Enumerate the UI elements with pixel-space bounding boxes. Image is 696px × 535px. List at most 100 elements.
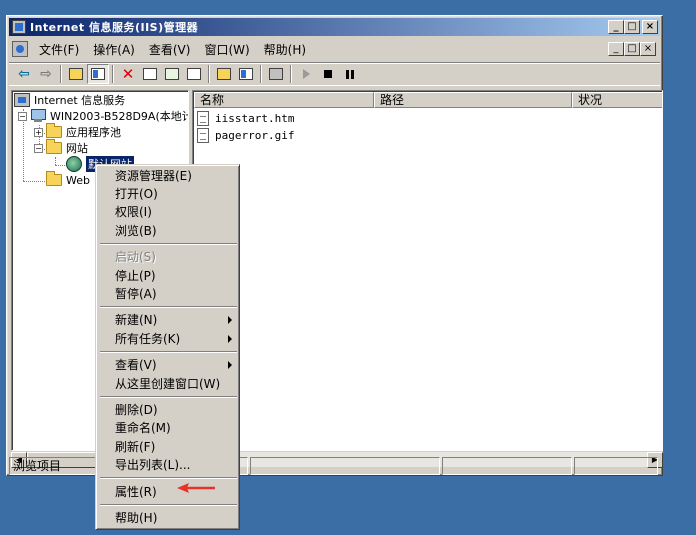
child-minimize-button[interactable]: _ [608,42,624,56]
menu-separator [100,395,237,398]
minimize-button[interactable]: _ [608,20,624,34]
server-computer-icon [30,109,46,123]
iis-app-icon [12,20,26,34]
red-annotation-arrow-icon [177,483,215,493]
export-list-icon[interactable] [183,64,205,84]
tree-node-label: Internet 信息服务 [34,94,126,107]
back-arrow-icon[interactable]: ⇦ [13,64,35,84]
context-menu-label: 资源管理器(E) [115,169,192,183]
menu-file[interactable]: 文件(F) [32,39,86,60]
context-menu-item-help[interactable]: 帮助(H) [99,509,236,527]
file-name: pagerror.gif [215,129,295,142]
folder-icon [46,139,62,154]
context-menu-item-refresh[interactable]: 刷新(F) [99,438,236,456]
close-button[interactable]: × [642,20,658,34]
forward-arrow-icon[interactable]: ⇨ [35,64,57,84]
context-menu-item-open[interactable]: 打开(O) [99,185,236,203]
context-menu-item-new[interactable]: 新建(N) [99,311,236,329]
submenu-arrow-icon [228,361,232,370]
context-menu-item-start: 启动(S) [99,248,236,266]
context-menu-label: 删除(D) [115,403,158,418]
tree-node-label: 网站 [66,142,88,155]
column-header-path[interactable]: 路径 [374,92,572,108]
list-item[interactable]: iisstart.htm [197,111,294,126]
context-menu-label: 刷新(F) [115,439,156,454]
context-menu-label: 新建(N) [115,313,158,328]
collapse-icon[interactable]: − [18,111,27,121]
window-title: Internet 信息服务(IIS)管理器 [30,21,199,34]
context-menu: 资源管理器(E) 打开(O) 权限(I) 浏览(B) 启动(S) 停止(P) 暂停(A) 新建… [95,164,240,530]
context-menu-label: 暂停(A) [115,286,157,301]
tree-node-label: Web [66,173,90,187]
delete-icon[interactable]: ✕ [117,64,139,84]
context-menu-item-create-window[interactable]: 从这里创建窗口(W) [99,375,236,393]
menu-window[interactable]: 窗口(W) [197,39,256,60]
menu-separator [100,350,237,353]
stop-icon[interactable] [317,64,339,84]
column-header-name[interactable]: 名称 [194,92,374,108]
folder-icon [46,171,62,186]
context-menu-item-delete[interactable]: 删除(D) [99,401,236,419]
tree-node-websites[interactable]: − 网站 [34,139,88,156]
context-menu-item-all-tasks[interactable]: 所有任务(K) [99,330,236,348]
context-menu-label: 启动(S) [115,250,156,265]
child-close-button[interactable]: × [640,42,656,56]
child-restore-button[interactable]: □ [624,42,640,56]
status-panel [573,457,658,475]
tree-node-iis-root[interactable]: Internet 信息服务 [14,92,125,108]
refresh-icon[interactable] [161,64,183,84]
tree-node-web-ext[interactable]: Web [46,171,90,188]
list-item[interactable]: pagerror.gif [197,128,294,143]
context-menu-label: 浏览(B) [115,223,157,238]
help-icon[interactable] [213,64,235,84]
file-name: iisstart.htm [215,112,295,125]
context-menu-label: 打开(O) [115,187,158,202]
menu-help[interactable]: 帮助(H) [257,39,313,60]
menu-separator [100,477,237,479]
context-menu-label: 重命名(M) [115,421,171,436]
context-menu-item-explorer[interactable]: 资源管理器(E) [99,167,236,185]
properties-icon[interactable] [139,64,161,84]
menu-separator [100,305,237,308]
mmc-icon[interactable] [235,64,257,84]
tree-node-label: 应用程序池 [66,126,121,139]
document-icon [197,128,209,143]
menu-view[interactable]: 查看(V) [142,39,198,60]
status-panel [249,457,441,475]
status-panel [442,457,572,475]
tree-node-server[interactable]: − WIN2003-B528D9A(本地计 [18,108,188,124]
context-menu-item-pause[interactable]: 暂停(A) [99,285,236,303]
menu-action[interactable]: 操作(A) [86,39,142,60]
context-menu-item-rename[interactable]: 重命名(M) [99,419,236,437]
context-menu-label: 权限(I) [115,205,152,220]
start-icon[interactable] [295,64,317,84]
context-menu-item-export-list[interactable]: 导出列表(L)... [99,456,236,474]
computer-icon[interactable] [265,64,287,84]
column-header-status[interactable]: 状况 [572,92,662,108]
toolbar: ⇦ ⇨ ✕ [9,62,660,86]
menu-separator [100,242,237,245]
context-menu-item-permissions[interactable]: 权限(I) [99,203,236,221]
context-menu-item-view[interactable]: 查看(V) [99,356,236,374]
title-bar[interactable]: Internet 信息服务(IIS)管理器 _ □ × [9,18,660,36]
website-globe-icon [66,156,82,172]
maximize-button[interactable]: □ [624,20,640,34]
up-folder-icon[interactable] [65,64,87,84]
list-pane[interactable]: 名称 路径 状况 iisstart.htm pagerror.gif [192,90,663,451]
show-tree-icon[interactable] [87,64,109,84]
tree-node-app-pools[interactable]: + 应用程序池 [34,123,121,140]
context-menu-item-properties[interactable]: 属性(R) [99,483,236,501]
context-menu-label: 帮助(H) [115,511,158,526]
folder-icon [46,123,62,138]
context-menu-item-browse[interactable]: 浏览(B) [99,222,236,240]
expand-icon[interactable]: + [34,127,43,137]
iis-root-icon [14,93,30,107]
context-menu-label: 停止(P) [115,268,156,283]
menu-separator [100,503,237,506]
pause-icon[interactable] [339,64,361,84]
submenu-arrow-icon [228,316,232,325]
console-icon[interactable] [12,41,28,57]
context-menu-item-stop[interactable]: 停止(P) [99,267,236,285]
collapse-icon[interactable]: − [34,143,43,153]
context-menu-label: 所有任务(K) [115,331,181,346]
